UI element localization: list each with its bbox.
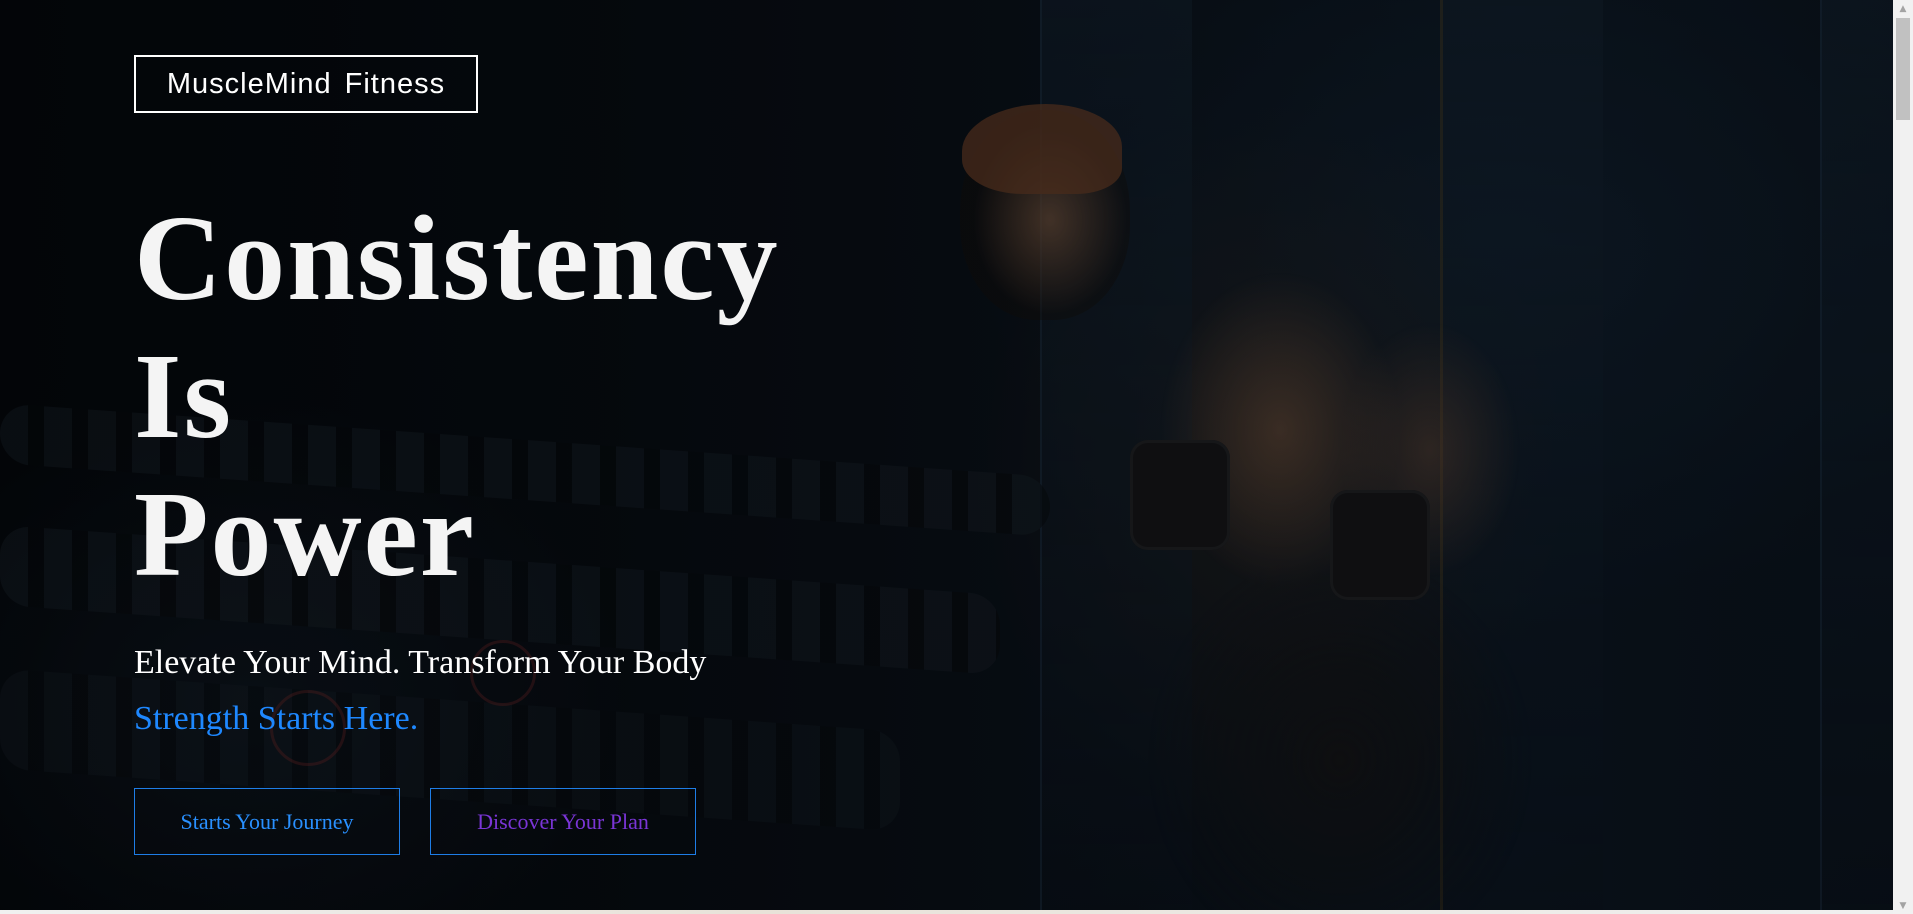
scroll-down-arrow-icon[interactable]: ▼ [1893,897,1913,914]
scrollbar-thumb[interactable] [1896,18,1910,120]
hero-tagline: Elevate Your Mind. Transform Your Body [134,644,707,681]
discover-plan-button[interactable]: Discover Your Plan [430,788,696,855]
page-bottom-edge [0,910,1893,914]
headline-line-2: Is [134,329,233,464]
hero-headline: Consistency Is Power [134,190,780,604]
scroll-up-arrow-icon[interactable]: ▲ [1893,0,1913,17]
brand-logo[interactable]: MuscleMind Fitness [134,55,478,113]
vertical-scrollbar[interactable]: ▲ ▼ [1893,0,1913,914]
start-journey-button[interactable]: Starts Your Journey [134,788,400,855]
headline-line-1: Consistency [134,191,780,326]
hero-subtagline: Strength Starts Here. [134,700,419,737]
page-viewport: MuscleMind Fitness Consistency Is Power … [0,0,1893,910]
headline-line-3: Power [134,467,476,602]
